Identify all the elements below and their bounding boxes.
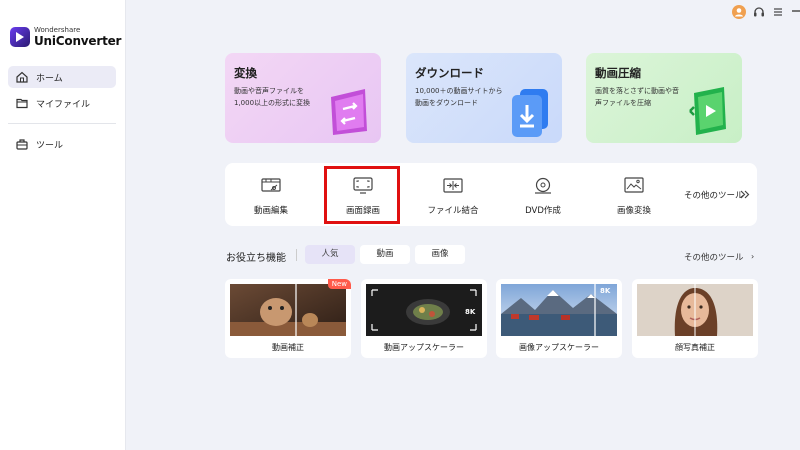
function-card-video-enhance[interactable]: New 動画補正 bbox=[225, 279, 351, 358]
headset-icon[interactable] bbox=[753, 6, 765, 18]
tool-label: ファイル結合 bbox=[427, 206, 479, 216]
more-functions-link[interactable]: その他のツール bbox=[684, 251, 744, 263]
tool-label: 動画編集 bbox=[253, 206, 288, 216]
new-badge: New bbox=[327, 279, 351, 289]
chevron-right-icon[interactable]: › bbox=[751, 252, 754, 261]
feature-card-title: 変換 bbox=[234, 66, 257, 80]
merge-icon bbox=[443, 178, 463, 193]
tool-label: DVD作成 bbox=[525, 206, 561, 216]
avatar[interactable] bbox=[732, 5, 746, 19]
tool-video-edit[interactable]: 動画編集 bbox=[226, 163, 316, 226]
cat-video-thumbnail bbox=[230, 284, 346, 336]
download-art-icon bbox=[512, 89, 548, 137]
toolbox-icon bbox=[16, 139, 28, 150]
sidebar-item-label: マイファイル bbox=[36, 100, 91, 110]
upscale-8k-label: 8K bbox=[465, 308, 476, 316]
more-tools-link[interactable]: その他のツール bbox=[684, 189, 744, 201]
tab-popular[interactable]: 人気 bbox=[305, 245, 355, 264]
feature-card-compress[interactable]: 動画圧縮 画質を落とさずに動画や音声ファイルを圧縮 bbox=[586, 53, 742, 143]
screen-record-highlight bbox=[324, 166, 400, 224]
function-card-label: 画像アップスケーラー bbox=[519, 343, 599, 352]
brand-company: Wondershare bbox=[34, 26, 81, 34]
upscale-8k-label: 8K bbox=[600, 287, 611, 295]
brand-name: UniConverter bbox=[34, 34, 122, 48]
sidebar-item-my-files[interactable]: マイファイル bbox=[8, 92, 116, 114]
function-card-video-upscaler[interactable]: 8K 動画アップスケーラー bbox=[361, 279, 487, 358]
tool-image-convert[interactable]: 画像変換 bbox=[589, 163, 679, 226]
function-card-label: 顔写真補正 bbox=[675, 343, 715, 352]
feature-card-convert[interactable]: 変換 動画や音声ファイルを1,000以上の形式に変換 bbox=[225, 53, 381, 143]
convert-art-icon bbox=[331, 89, 367, 135]
minimize-icon[interactable] bbox=[792, 10, 800, 12]
function-card-face-enhance[interactable]: 顔写真補正 bbox=[632, 279, 758, 358]
compress-art-icon bbox=[689, 87, 726, 135]
video-edit-icon bbox=[261, 178, 281, 192]
menu-icon[interactable] bbox=[773, 6, 783, 18]
quick-tools-bar: 動画編集 画面録画 ファイル結合 DVD作成 画像変換 その他のツール bbox=[225, 163, 757, 226]
double-chevron-right-icon[interactable] bbox=[740, 190, 750, 199]
app-logo-icon bbox=[10, 27, 30, 47]
tool-file-merge[interactable]: ファイル結合 bbox=[408, 163, 498, 226]
feature-card-desc: 10,000＋の動画サイトから動画をダウンロード bbox=[415, 87, 503, 107]
home-icon bbox=[16, 71, 28, 83]
function-card-label: 動画アップスケーラー bbox=[384, 343, 464, 352]
tab-image[interactable]: 画像 bbox=[415, 245, 465, 264]
sidebar-item-tools[interactable]: ツール bbox=[8, 133, 116, 155]
sidebar-item-label: ツール bbox=[36, 141, 64, 151]
sidebar-item-label: ホーム bbox=[36, 74, 63, 84]
sidebar: Wondershare UniConverter ホーム マイファイル ツール bbox=[0, 0, 126, 450]
tab-video[interactable]: 動画 bbox=[360, 245, 410, 264]
image-convert-icon bbox=[624, 177, 644, 193]
feature-card-title: 動画圧縮 bbox=[595, 66, 641, 80]
dvd-icon bbox=[535, 177, 551, 194]
tool-dvd-create[interactable]: DVD作成 bbox=[498, 163, 588, 226]
portrait-thumbnail bbox=[637, 284, 753, 336]
feature-card-download[interactable]: ダウンロード 10,000＋の動画サイトから動画をダウンロード bbox=[406, 53, 562, 143]
function-card-label: 動画補正 bbox=[272, 343, 304, 352]
section-title: お役立ち機能 bbox=[226, 253, 286, 264]
function-card-image-upscaler[interactable]: 8K 画像アップスケーラー bbox=[496, 279, 622, 358]
feature-card-desc: 動画や音声ファイルを1,000以上の形式に変換 bbox=[234, 87, 311, 107]
tool-label: 画像変換 bbox=[616, 206, 651, 216]
folder-icon bbox=[16, 98, 28, 109]
sidebar-divider bbox=[8, 123, 116, 124]
app-brand: Wondershare UniConverter bbox=[10, 25, 122, 51]
feature-card-desc: 画質を落とさずに動画や音声ファイルを圧縮 bbox=[595, 87, 679, 107]
feature-card-title: ダウンロード bbox=[415, 66, 484, 80]
user-icon bbox=[735, 8, 743, 17]
sidebar-item-home[interactable]: ホーム bbox=[8, 66, 116, 88]
section-divider bbox=[296, 249, 297, 261]
